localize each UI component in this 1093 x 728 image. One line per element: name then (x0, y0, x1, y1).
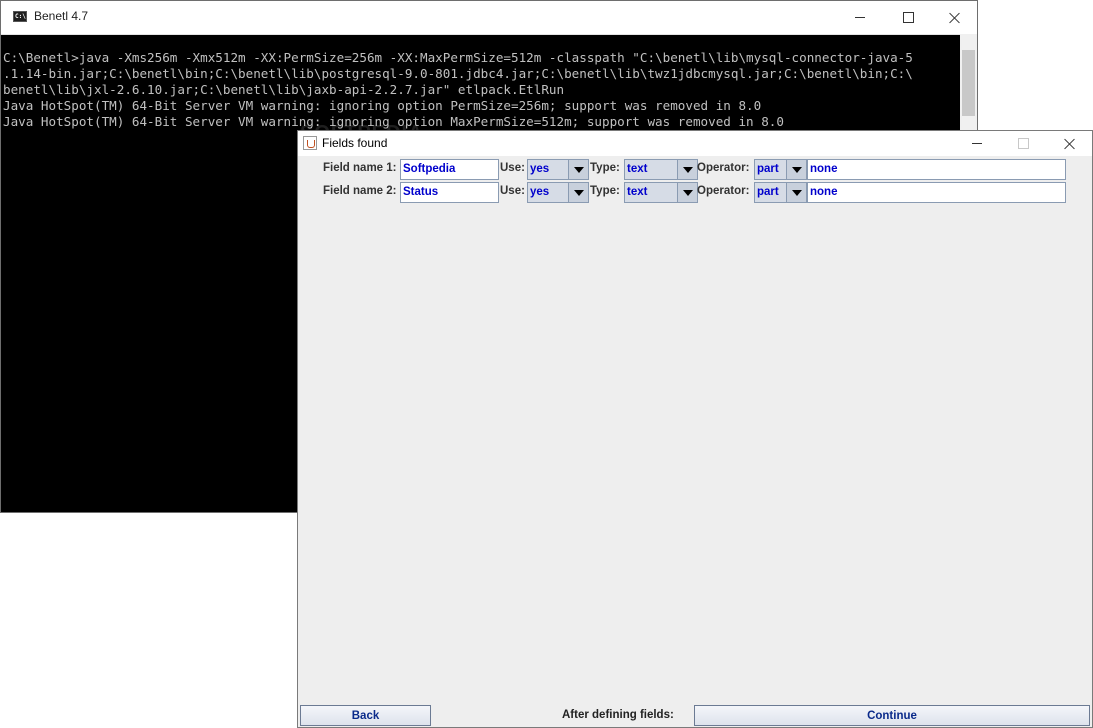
after-defining-label: After defining fields: (562, 709, 674, 721)
operator-select-value: part (755, 160, 781, 179)
close-icon (949, 12, 960, 23)
value-input[interactable]: none (807, 159, 1066, 180)
operator-select[interactable]: part (754, 159, 807, 180)
close-icon (1064, 138, 1075, 149)
chevron-down-icon[interactable] (568, 183, 588, 202)
type-select-value: text (625, 160, 650, 179)
chevron-down-icon[interactable] (786, 183, 806, 202)
operator-select[interactable]: part (754, 182, 807, 203)
use-label: Use: (500, 185, 525, 197)
minimize-button[interactable] (837, 1, 883, 33)
use-label: Use: (500, 162, 525, 174)
scrollbar-thumb[interactable] (962, 50, 975, 116)
operator-label: Operator: (697, 162, 750, 174)
chevron-down-icon[interactable] (677, 183, 697, 202)
use-select-value: yes (528, 183, 552, 202)
type-select-value: text (625, 183, 650, 202)
use-select[interactable]: yes (527, 159, 589, 180)
dialog-maximize-button (1000, 131, 1046, 156)
field-row-2: Field name 2: Status Use: yes Type: text… (298, 181, 1092, 204)
minimize-icon (855, 16, 865, 18)
fields-found-dialog: Fields found Field name 1: Softpedia Use… (297, 130, 1093, 728)
back-button[interactable]: Back (300, 705, 431, 726)
console-line: .1.14-bin.jar;C:\benetl\bin;C:\benetl\li… (3, 66, 913, 81)
field-name-input[interactable]: Softpedia (400, 159, 499, 180)
console-line: benetl\lib\jxl-2.6.10.jar;C:\benetl\lib\… (3, 82, 565, 97)
dialog-close-button[interactable] (1046, 131, 1092, 156)
maximize-button[interactable] (885, 1, 931, 33)
use-select[interactable]: yes (527, 182, 589, 203)
operator-select-value: part (755, 183, 781, 202)
console-titlebar[interactable]: C:\ Benetl 4.7 (1, 1, 977, 35)
java-icon (303, 136, 317, 150)
chevron-down-icon[interactable] (677, 160, 697, 179)
close-button[interactable] (931, 1, 977, 33)
console-line: Java HotSpot(TM) 64-Bit Server VM warnin… (3, 114, 784, 129)
dialog-titlebar[interactable]: Fields found (298, 131, 1092, 156)
use-select-value: yes (528, 160, 552, 179)
dialog-minimize-button[interactable] (954, 131, 1000, 156)
chevron-down-icon[interactable] (568, 160, 588, 179)
continue-button[interactable]: Continue (694, 705, 1090, 726)
field-name-label: Field name 1: (323, 162, 397, 174)
operator-label: Operator: (697, 185, 750, 197)
type-select[interactable]: text (624, 182, 698, 203)
maximize-icon (902, 11, 914, 23)
minimize-icon (972, 143, 982, 144)
console-app-icon: C:\ (13, 11, 27, 22)
field-name-input[interactable]: Status (400, 182, 499, 203)
console-line: C:\Benetl>java -Xms256m -Xmx512m -XX:Per… (3, 50, 913, 65)
console-output: C:\Benetl>java -Xms256m -Xmx512m -XX:Per… (3, 50, 959, 130)
value-input[interactable]: none (807, 182, 1066, 203)
type-select[interactable]: text (624, 159, 698, 180)
console-line: Java HotSpot(TM) 64-Bit Server VM warnin… (3, 98, 762, 113)
type-label: Type: (590, 185, 620, 197)
field-row-1: Field name 1: Softpedia Use: yes Type: t… (298, 158, 1092, 181)
dialog-title: Fields found (322, 136, 388, 150)
console-title: Benetl 4.7 (34, 9, 89, 23)
field-name-label: Field name 2: (323, 185, 397, 197)
chevron-down-icon[interactable] (786, 160, 806, 179)
type-label: Type: (590, 162, 620, 174)
maximize-icon (1017, 138, 1029, 149)
